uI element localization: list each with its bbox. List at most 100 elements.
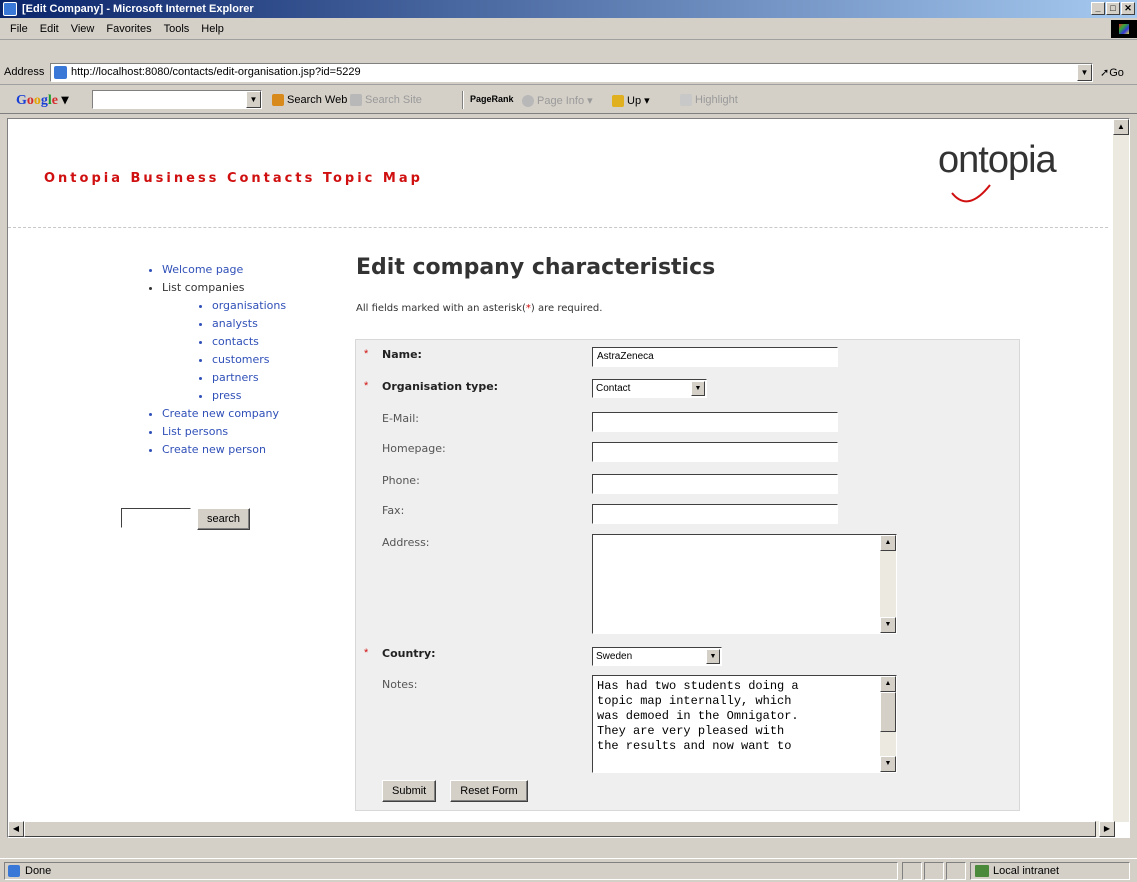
local-intranet-icon <box>975 865 989 877</box>
scroll-up-icon[interactable]: ▲ <box>1113 119 1129 135</box>
fax-label: Fax: <box>382 504 405 517</box>
ie-app-icon <box>3 2 17 16</box>
notes-scrollbar[interactable]: ▲ ▼ <box>880 676 896 772</box>
google-logo[interactable]: Google ▾ <box>16 92 69 109</box>
country-select[interactable]: Sweden ▼ <box>592 647 722 666</box>
menu-help[interactable]: Help <box>195 23 230 35</box>
page-info-button[interactable]: Page Info ▾ <box>522 94 593 107</box>
window-title: [Edit Company] - Microsoft Internet Expl… <box>22 3 254 15</box>
security-zone[interactable]: Local intranet <box>970 862 1130 880</box>
search-web-button[interactable]: Search Web <box>272 94 347 106</box>
scroll-up-icon[interactable]: ▲ <box>880 535 896 551</box>
search-button[interactable]: search <box>197 508 251 530</box>
binoculars-icon <box>272 94 284 106</box>
address-label: Address: <box>382 536 430 549</box>
name-label: Name: <box>382 348 422 361</box>
header-divider <box>8 227 1108 228</box>
address-scrollbar[interactable]: ▲ ▼ <box>880 535 896 633</box>
menu-file[interactable]: File <box>4 23 34 35</box>
windows-logo-throbber <box>1111 20 1137 38</box>
email-label: E-Mail: <box>382 412 419 425</box>
fax-field[interactable] <box>592 504 838 524</box>
nav-list-companies: List companies organisations analysts co… <box>162 279 286 405</box>
google-search-input[interactable]: ▼ <box>92 90 262 109</box>
homepage-field[interactable] <box>592 442 838 462</box>
scroll-up-icon[interactable]: ▲ <box>880 676 896 692</box>
status-bar: Done Local intranet <box>0 858 1137 882</box>
horizontal-scroll-thumb[interactable] <box>24 821 1096 837</box>
nav-analysts[interactable]: analysts <box>212 315 286 333</box>
menu-edit[interactable]: Edit <box>34 23 65 35</box>
highlight-button[interactable]: Highlight <box>680 94 738 106</box>
nav-partners[interactable]: partners <box>212 369 286 387</box>
scroll-down-icon[interactable]: ▼ <box>880 617 896 633</box>
nav-customers[interactable]: customers <box>212 351 286 369</box>
edit-company-form: * Name: AstraZeneca * Organisation type:… <box>355 339 1020 811</box>
reset-form-button[interactable]: Reset Form <box>450 780 528 802</box>
search-site-icon <box>350 94 362 106</box>
notes-textarea[interactable]: Has had two students doing a topic map i… <box>592 675 897 773</box>
nav-contacts[interactable]: contacts <box>212 333 286 351</box>
address-dropdown-icon[interactable]: ▼ <box>1077 64 1092 81</box>
google-search-dropdown-icon[interactable]: ▼ <box>246 91 261 108</box>
nav-organisations[interactable]: organisations <box>212 297 286 315</box>
pagerank-button[interactable]: PageRank <box>470 94 514 104</box>
nav-create-company[interactable]: Create new company <box>162 405 286 423</box>
chevron-down-icon: ▼ <box>706 649 720 664</box>
nav-create-person[interactable]: Create new person <box>162 441 286 459</box>
chevron-down-icon: ▼ <box>691 381 705 396</box>
phone-label: Phone: <box>382 474 420 487</box>
page-title: Edit company characteristics <box>356 255 716 280</box>
up-button[interactable]: Up ▾ <box>612 94 650 107</box>
page-icon <box>54 66 67 79</box>
menu-view[interactable]: View <box>65 23 101 35</box>
address-textarea[interactable]: ▲ ▼ <box>592 534 897 634</box>
scroll-left-icon[interactable]: ◀ <box>8 821 24 837</box>
status-pane <box>946 862 966 880</box>
required-fields-note: All fields marked with an asterisk(*) ar… <box>356 303 603 314</box>
go-button[interactable]: ➚Go <box>1100 66 1124 79</box>
folder-up-icon <box>612 94 624 107</box>
scroll-thumb[interactable] <box>880 692 896 732</box>
nav-welcome[interactable]: Welcome page <box>162 261 286 279</box>
submit-button[interactable]: Submit <box>382 780 437 802</box>
nav-list-persons[interactable]: List persons <box>162 423 286 441</box>
menu-favorites[interactable]: Favorites <box>100 23 157 35</box>
required-asterisk: * <box>364 380 369 392</box>
search-input[interactable] <box>121 508 191 528</box>
org-type-select[interactable]: Contact ▼ <box>592 379 707 398</box>
highlighter-icon <box>680 94 692 106</box>
maximize-button[interactable]: □ <box>1106 2 1120 15</box>
search-site-button[interactable]: Search Site <box>350 94 422 106</box>
address-url: http://localhost:8080/contacts/edit-orga… <box>71 66 361 78</box>
scroll-down-icon[interactable]: ▼ <box>880 756 896 772</box>
address-label: Address <box>4 66 45 78</box>
minimize-button[interactable]: _ <box>1091 2 1105 15</box>
logo-swoosh-icon <box>951 184 991 203</box>
site-title: Ontopia Business Contacts Topic Map <box>44 171 423 186</box>
required-asterisk: * <box>364 348 369 360</box>
site-search: search <box>121 508 251 530</box>
status-text: Done <box>4 862 898 880</box>
phone-field[interactable] <box>592 474 838 494</box>
scroll-right-icon[interactable]: ▶ <box>1099 821 1115 837</box>
window-controls: _ □ ✕ <box>1091 2 1135 15</box>
page-done-icon <box>8 865 20 877</box>
status-pane <box>924 862 944 880</box>
google-toolbar: Google ▾ ▼ Search Web Search Site PageRa… <box>0 86 1137 114</box>
org-type-label: Organisation type: <box>382 380 499 393</box>
window-title-bar[interactable]: [Edit Company] - Microsoft Internet Expl… <box>0 0 1137 18</box>
address-input[interactable]: http://localhost:8080/contacts/edit-orga… <box>50 63 1093 82</box>
ontopia-logo[interactable]: ontopia <box>938 135 1088 205</box>
required-asterisk: * <box>364 647 369 659</box>
close-button[interactable]: ✕ <box>1121 2 1135 15</box>
toolbar-separator <box>462 91 464 109</box>
menu-tools[interactable]: Tools <box>158 23 196 35</box>
name-field[interactable]: AstraZeneca <box>592 347 838 367</box>
email-field[interactable] <box>592 412 838 432</box>
page-vertical-scrollbar[interactable]: ▲ <box>1113 119 1129 822</box>
page-horizontal-scrollbar[interactable]: ◀ ▶ <box>8 821 1115 837</box>
nav-press[interactable]: press <box>212 387 286 405</box>
homepage-label: Homepage: <box>382 442 446 455</box>
country-label: Country: <box>382 647 436 660</box>
